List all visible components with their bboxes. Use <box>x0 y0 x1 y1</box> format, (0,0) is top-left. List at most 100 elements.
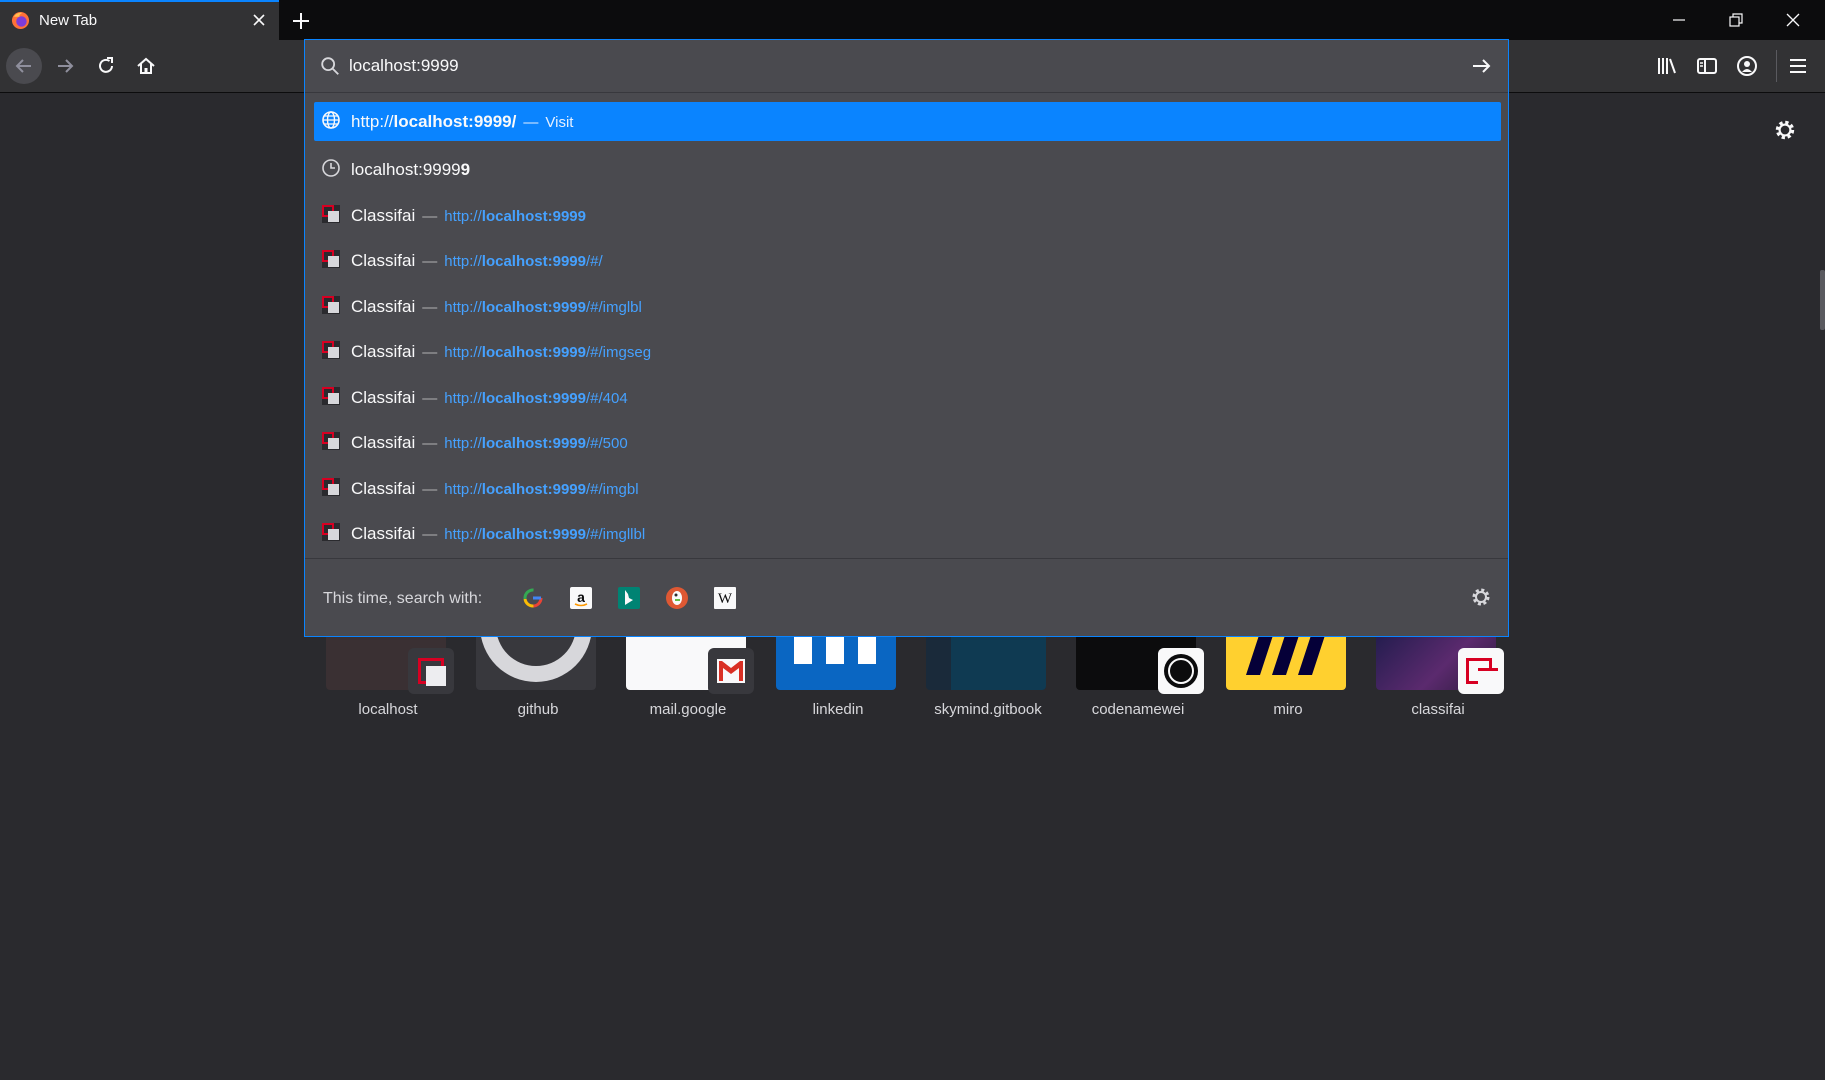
tab-strip: New Tab <box>0 0 1825 40</box>
bookmark-title: Classifai <box>351 478 416 498</box>
suggestion-title: Classifai — http://localhost:9999/#/imgllb… <box>351 524 645 544</box>
search-icon <box>321 57 339 75</box>
suggestion-title: http://localhost:9999/ — Visit <box>351 112 573 132</box>
suggestion-bookmark-row[interactable]: Classifai — http://localhost:9999/#/imgllb… <box>314 511 1501 557</box>
url-suffix: / <box>511 112 517 131</box>
separator: — <box>422 526 438 543</box>
back-arrow-icon <box>15 59 31 73</box>
sidebar-icon[interactable] <box>1695 54 1719 78</box>
suggestion-title: Classifai — http://localhost:9999/#/ <box>351 251 603 271</box>
go-arrow-icon[interactable] <box>1469 54 1493 78</box>
suggestion-history-row[interactable]: localhost:99999 <box>314 147 1501 193</box>
suggestion-list: http://localhost:9999/— Visit localhost:9… <box>314 102 1501 557</box>
google-icon[interactable] <box>521 586 545 610</box>
classifai-favicon-icon <box>322 295 340 314</box>
bookmark-url: http://localhost:9999/#/404 <box>444 389 628 407</box>
bookmark-url: http://localhost:9999/#/imgseg <box>444 344 652 361</box>
separator: — <box>422 389 438 407</box>
bookmark-title: Classifai <box>351 205 416 225</box>
top-site-label: github <box>517 701 559 718</box>
hamburger-menu-icon[interactable] <box>1786 54 1810 78</box>
page-settings-gear-icon[interactable] <box>1772 117 1798 143</box>
new-tab-plus-icon[interactable] <box>289 9 313 33</box>
suggestion-title: Classifai — http://localhost:9999/#/404 <box>351 388 628 408</box>
classifai-favicon-icon <box>322 432 340 450</box>
tab-new-tab[interactable]: New Tab <box>0 0 279 40</box>
separator: — <box>422 435 438 452</box>
suggestion-title: Classifai — http://localhost:9999/#/500 <box>351 433 628 453</box>
clock-icon <box>322 159 340 177</box>
bookmark-title: Classifai <box>351 342 416 361</box>
separator: — <box>523 114 539 131</box>
classifai-favicon-icon <box>322 250 340 268</box>
top-site-label: codenamewei <box>1091 701 1185 718</box>
codenamewei-icon <box>1158 648 1204 694</box>
tab-title: New Tab <box>39 12 98 29</box>
bookmark-url: http://localhost:9999/#/imgbl <box>444 480 639 498</box>
library-icon[interactable] <box>1655 54 1679 78</box>
bing-icon[interactable] <box>617 586 641 610</box>
amazon-icon[interactable]: a <box>569 586 593 610</box>
url-input[interactable] <box>349 52 1449 80</box>
suggestion-title: Classifai — http://localhost:9999 <box>351 206 586 226</box>
account-icon[interactable] <box>1735 54 1759 78</box>
separator: — <box>422 207 438 225</box>
bookmark-url: http://localhost:9999 <box>444 207 586 225</box>
classifai-favicon-icon <box>322 386 340 405</box>
search-settings-gear-icon[interactable] <box>1469 585 1493 609</box>
suggestion-bookmark-row[interactable]: Classifai — http://localhost:9999/#/imgbl <box>314 466 1501 512</box>
history-text: localhost:9999 <box>351 160 461 179</box>
suggestion-bookmark-row[interactable]: Classifai — http://localhost:9999/#/imglbl <box>314 284 1501 330</box>
svg-text:W: W <box>718 591 733 607</box>
restore-icon[interactable] <box>1724 8 1748 32</box>
home-icon[interactable] <box>134 54 158 78</box>
top-site-label: skymind.gitbook <box>934 701 1042 718</box>
svg-text:a: a <box>577 589 585 605</box>
one-off-search-bar: This time, search with: a W <box>305 558 1508 637</box>
top-site-label: linkedin <box>812 701 864 718</box>
urlbar <box>305 40 1508 93</box>
suggestion-title: Classifai — http://localhost:9999/#/imglbl <box>351 297 642 317</box>
classifai-favicon-icon <box>322 477 340 496</box>
wikipedia-icon[interactable]: W <box>713 586 737 610</box>
back-button[interactable] <box>6 48 42 84</box>
urlbar-dropdown: http://localhost:9999/—Visit localhost:9… <box>304 39 1509 637</box>
suggestion-title: Classifai — http://localhost:9999/#/imgseg <box>351 342 651 362</box>
bookmark-title: Classifai <box>351 433 416 452</box>
top-site-label: miro <box>1273 701 1303 718</box>
minimize-icon[interactable] <box>1667 8 1691 32</box>
reload-icon[interactable] <box>94 54 118 78</box>
bookmark-title: Classifai <box>351 524 416 543</box>
top-site-label: localhost <box>358 701 418 718</box>
bookmark-url: http://localhost:9999/#/imgllbl <box>444 526 646 543</box>
close-tab-icon[interactable] <box>249 10 269 30</box>
separator: — <box>422 298 438 316</box>
gmail-icon <box>708 648 754 694</box>
duckduckgo-icon[interactable] <box>665 586 689 610</box>
classifai-favicon-icon <box>408 648 454 694</box>
suggestion-bookmark-row[interactable]: Classifai — http://localhost:9999/#/404 <box>314 375 1501 421</box>
active-tab-indicator <box>0 0 279 2</box>
url-prefix: http:// <box>351 112 394 131</box>
globe-icon <box>322 111 340 129</box>
suggestion-title: Classifai — http://localhost:9999/#/imgbl <box>351 479 639 499</box>
toolbar-divider <box>1776 50 1777 82</box>
suggestion-visit-row[interactable]: http://localhost:9999/ — Visit <box>314 102 1501 141</box>
separator: — <box>422 253 438 270</box>
suggestion-bookmark-row[interactable]: Classifai — http://localhost:9999/#/ <box>314 238 1501 284</box>
top-site-label: mail.google <box>649 701 727 718</box>
bookmark-url: http://localhost:9999/#/500 <box>444 435 628 452</box>
scrollbar-thumb[interactable] <box>1820 270 1825 330</box>
one-off-search-label: This time, search with: <box>323 590 483 607</box>
close-window-icon[interactable] <box>1781 8 1805 32</box>
suggestion-bookmark-row[interactable]: Classifai — http://localhost:9999/#/500 <box>314 420 1501 466</box>
bookmark-title: Classifai <box>351 387 416 407</box>
separator: — <box>422 480 438 498</box>
forward-arrow-icon[interactable] <box>53 54 77 78</box>
history-text-match: 9 <box>460 160 471 179</box>
firefox-icon <box>11 11 30 30</box>
suggestion-title: localhost:99999 <box>351 160 470 180</box>
suggestion-bookmark-row[interactable]: Classifai — http://localhost:9999 <box>314 193 1501 239</box>
suggestion-bookmark-row[interactable]: Classifai — http://localhost:9999/#/imgseg <box>314 329 1501 375</box>
bookmark-title: Classifai <box>351 296 416 316</box>
